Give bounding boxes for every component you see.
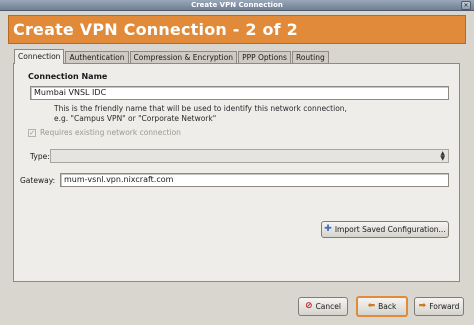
back-arrow-icon: ⬅ — [367, 301, 376, 311]
wizard-banner: Create VPN Connection - 2 of 2 — [8, 15, 466, 44]
forward-arrow-icon: ➡ — [418, 301, 427, 311]
type-combo[interactable]: ▲ ▼ — [50, 149, 449, 163]
forward-button[interactable]: ➡ Forward — [414, 297, 464, 316]
tab-connection[interactable]: Connection — [14, 49, 65, 64]
window-title: Create VPN Connection — [191, 1, 283, 9]
close-icon: ✕ — [463, 2, 469, 9]
cancel-icon: ⊘ — [305, 301, 313, 311]
help-line-1: This is the friendly name that will be u… — [54, 104, 347, 113]
requires-connection-checkbox[interactable]: ✓ — [28, 128, 36, 137]
cancel-label: Cancel — [315, 302, 341, 311]
plus-icon: ✚ — [324, 224, 332, 234]
connection-name-help: This is the friendly name that will be u… — [54, 104, 347, 124]
tab-bar: Connection Authentication Compression & … — [14, 49, 330, 64]
requires-connection-row: ✓ Requires existing network connection — [28, 128, 181, 137]
combo-arrows-icon: ▲ ▼ — [440, 150, 445, 162]
connection-name-input[interactable]: Mumbai VNSL IDC — [30, 86, 449, 100]
cancel-button[interactable]: ⊘ Cancel — [298, 297, 348, 316]
import-configuration-label: Import Saved Configuration... — [334, 225, 446, 234]
wizard-heading: Create VPN Connection - 2 of 2 — [13, 20, 298, 39]
window-titlebar[interactable]: Create VPN Connection ✕ — [0, 0, 474, 11]
forward-label: Forward — [429, 302, 460, 311]
gateway-label: Gateway: — [20, 176, 56, 185]
help-line-2: e.g. "Campus VPN" or "Corporate Network" — [54, 114, 217, 123]
type-label: Type: — [30, 152, 50, 161]
requires-connection-label: Requires existing network connection — [40, 128, 181, 137]
close-window-button[interactable]: ✕ — [461, 1, 471, 10]
connection-name-heading: Connection Name — [28, 72, 108, 81]
import-configuration-button[interactable]: ✚ Import Saved Configuration... — [321, 221, 449, 238]
back-label: Back — [378, 302, 397, 311]
back-button[interactable]: ⬅ Back — [356, 296, 408, 317]
gateway-input[interactable]: mum-vsnl.vpn.nixcraft.com — [60, 173, 449, 187]
